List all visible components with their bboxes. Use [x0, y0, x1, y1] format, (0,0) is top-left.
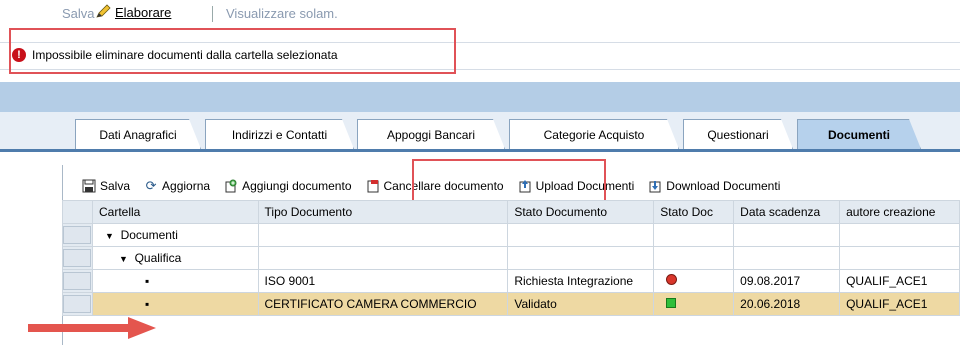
row-selector[interactable]: [62, 292, 93, 316]
tab-dati-anagrafici[interactable]: Dati Anagrafici: [75, 119, 201, 149]
download-documents-button[interactable]: Download Documenti: [641, 179, 787, 193]
red-status-icon: [666, 274, 678, 285]
expand-arrow-icon[interactable]: ▼: [105, 231, 114, 241]
green-status-icon: [666, 298, 677, 308]
add-document-button[interactable]: Aggiungi documento: [217, 179, 358, 193]
header-band: [0, 82, 960, 112]
edit-button[interactable]: Elaborare: [95, 4, 171, 21]
tab-label: Dati Anagrafici: [99, 127, 177, 142]
column-header[interactable]: Cartella: [91, 200, 259, 224]
tab-label: Appoggi Bancari: [386, 127, 476, 142]
date-cell: [733, 246, 841, 270]
column-header[interactable]: Stato Doc: [653, 200, 735, 224]
type-cell: [257, 223, 509, 247]
folder-cell: ▪: [91, 292, 259, 316]
folder-name: Qualifica: [134, 251, 182, 265]
tab-label: Categorie Acquisto: [543, 127, 645, 142]
status-cell: [653, 292, 735, 316]
table-row[interactable]: ▼ Qualifica: [62, 246, 960, 270]
state-cell: [507, 223, 655, 247]
author-cell: [839, 223, 960, 247]
tab-label: Questionari: [707, 127, 769, 142]
column-header[interactable]: autore creazione: [839, 200, 960, 224]
select-all-cell[interactable]: [62, 200, 93, 224]
table-header-row: Cartella Tipo Documento Stato Documento …: [62, 200, 960, 224]
column-header[interactable]: Stato Documento: [507, 200, 655, 224]
author-cell: QUALIF_ACE1: [839, 269, 960, 293]
pencil-icon: [95, 4, 111, 21]
author-cell: QUALIF_ACE1: [839, 292, 960, 316]
type-cell: [257, 246, 509, 270]
date-cell[interactable]: 09.08.2017: [733, 269, 841, 293]
row-selector[interactable]: [62, 246, 93, 270]
floppy-icon: [82, 179, 96, 193]
type-cell: ISO 9001: [257, 269, 509, 293]
annotation-arrow-icon: [28, 317, 156, 339]
refresh-label: Aggiorna: [162, 179, 211, 193]
tab-questionari[interactable]: Questionari: [683, 119, 793, 149]
row-selector[interactable]: [62, 269, 93, 293]
toolbar-separator: [212, 6, 213, 22]
delete-document-icon: [366, 179, 380, 193]
folder-cell[interactable]: ▼ Documenti: [91, 223, 259, 247]
add-document-label: Aggiungi documento: [242, 179, 352, 193]
bullet-icon: ▪: [144, 274, 150, 288]
state-cell: Validato: [507, 292, 655, 316]
expand-arrow-icon[interactable]: ▼: [119, 254, 128, 264]
tab-indirizzi-contatti[interactable]: Indirizzi e Contatti: [205, 119, 354, 149]
tab-categorie-acquisto[interactable]: Categorie Acquisto: [509, 119, 679, 149]
column-header[interactable]: Tipo Documento: [257, 200, 509, 224]
tab-documenti[interactable]: Documenti: [797, 119, 921, 149]
date-cell: [733, 223, 841, 247]
folder-name: Documenti: [120, 228, 178, 242]
bullet-icon: ▪: [144, 297, 150, 311]
documents-table: Cartella Tipo Documento Stato Documento …: [62, 200, 960, 316]
refresh-button[interactable]: ⟳ Aggiorna: [137, 178, 217, 194]
download-label: Download Documenti: [666, 179, 781, 193]
doc-save-label: Salva: [100, 179, 131, 193]
table-row[interactable]: ▼ Documenti: [62, 223, 960, 247]
status-cell: [653, 246, 735, 270]
download-icon: [648, 179, 662, 193]
table-row-selected[interactable]: ▪ CERTIFICATO CAMERA COMMERCIO Validato …: [62, 292, 960, 316]
folder-cell: ▪: [91, 269, 259, 293]
date-cell[interactable]: 20.06.2018: [733, 292, 841, 316]
annotation-highlight-message: [9, 28, 456, 74]
edit-label: Elaborare: [115, 5, 172, 20]
tab-label: Indirizzi e Contatti: [231, 127, 328, 142]
status-cell: [653, 269, 735, 293]
type-cell: CERTIFICATO CAMERA COMMERCIO: [257, 292, 509, 316]
doc-save-button[interactable]: Salva: [62, 179, 137, 193]
folder-cell[interactable]: ▼ Qualifica: [91, 246, 259, 270]
view-only-button[interactable]: Visualizzare solam.: [226, 6, 338, 21]
status-cell: [653, 223, 735, 247]
state-cell: [507, 246, 655, 270]
state-cell: Richiesta Integrazione: [507, 269, 655, 293]
column-header[interactable]: Data scadenza: [733, 200, 841, 224]
tab-label: Documenti: [827, 127, 890, 142]
table-row[interactable]: ▪ ISO 9001 Richiesta Integrazione 09.08.…: [62, 269, 960, 293]
annotation-highlight-delete: [412, 159, 606, 205]
save-button[interactable]: Salva: [62, 6, 95, 21]
tab-underline: [0, 149, 960, 152]
tab-appoggi-bancari[interactable]: Appoggi Bancari: [357, 119, 505, 149]
author-cell: [839, 246, 960, 270]
row-selector[interactable]: [62, 223, 93, 247]
add-document-icon: [224, 179, 238, 193]
refresh-icon: ⟳: [145, 178, 157, 193]
